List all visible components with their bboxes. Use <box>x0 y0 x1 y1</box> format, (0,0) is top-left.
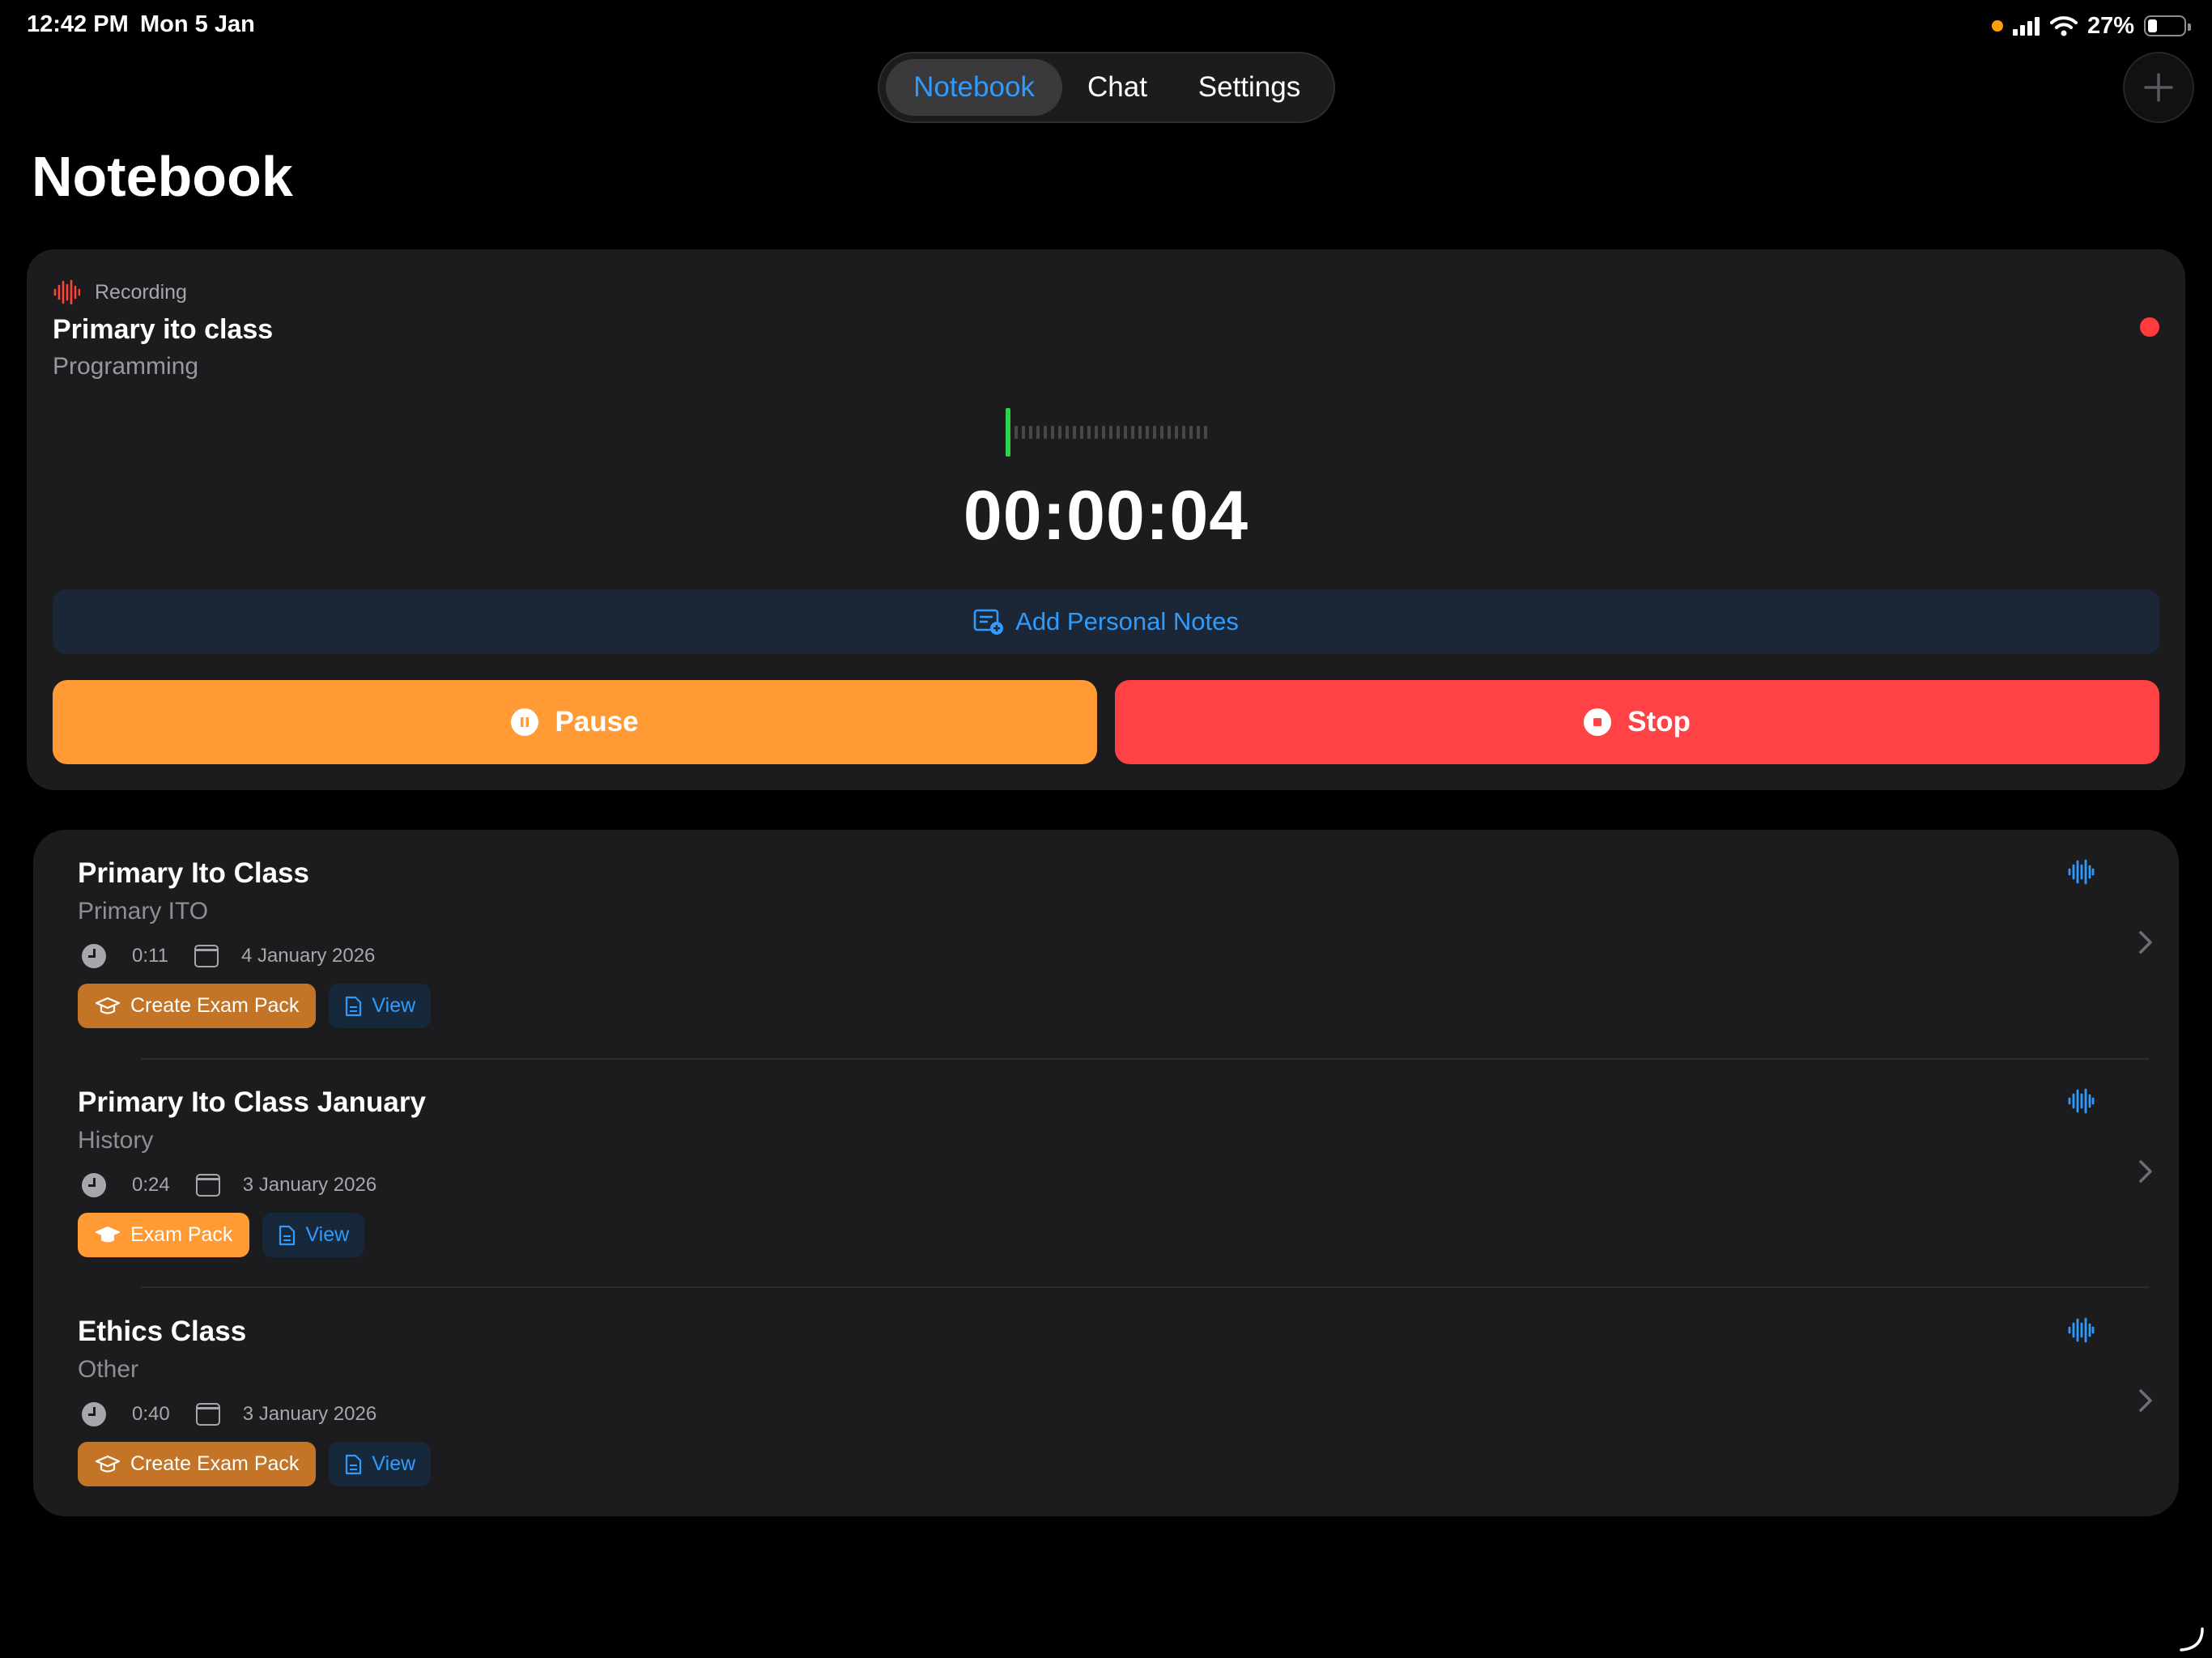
recording-title: Primary ito class <box>53 314 274 345</box>
page-title: Notebook <box>32 145 293 208</box>
waveform-icon <box>2068 1317 2095 1343</box>
item-subject: Primary ITO <box>78 898 209 925</box>
view-label: View <box>372 994 416 1017</box>
pause-label: Pause <box>555 706 639 738</box>
exam-pack-label: Create Exam Pack <box>130 1452 300 1475</box>
item-date: 3 January 2026 <box>242 1403 377 1425</box>
stop-button[interactable]: Stop <box>1115 680 2159 764</box>
item-actions: Create Exam Pack View <box>78 984 432 1028</box>
clock-icon <box>82 944 106 968</box>
tab-settings[interactable]: Settings <box>1172 59 1326 116</box>
graduation-cap-icon <box>96 1226 120 1242</box>
item-duration: 0:40 <box>132 1403 170 1425</box>
pause-button[interactable]: Pause <box>53 680 1097 764</box>
clock-icon <box>82 1402 106 1426</box>
waveform-icon <box>2068 1088 2095 1114</box>
battery-level <box>2148 19 2158 32</box>
exam-pack-label: Exam Pack <box>130 1223 233 1246</box>
pause-icon <box>511 708 539 736</box>
graduation-cap-icon <box>95 997 121 1014</box>
exam-pack-label: Create Exam Pack <box>130 994 300 1017</box>
resize-handle-icon[interactable] <box>2178 1626 2206 1653</box>
calendar-icon <box>195 1174 220 1197</box>
audio-level-bar <box>1006 408 1010 457</box>
status-date: Mon 5 Jan <box>140 11 255 37</box>
top-segmented-nav: Notebook Chat Settings <box>878 52 1335 123</box>
list-item[interactable]: Primary Ito Class Primary ITO 0:11 4 Jan… <box>33 830 2179 1060</box>
active-recording-card: Recording Primary ito class Programming … <box>27 249 2185 790</box>
add-personal-notes-button[interactable]: Add Personal Notes <box>53 589 2159 654</box>
battery-percent: 27% <box>2087 12 2134 39</box>
item-duration: 0:24 <box>132 1174 170 1196</box>
waveform-icon <box>53 279 80 305</box>
chevron-right-icon <box>2139 931 2152 954</box>
view-button[interactable]: View <box>262 1213 365 1257</box>
item-actions: Exam Pack View <box>78 1213 365 1257</box>
battery-icon <box>2144 15 2191 36</box>
recording-status: Recording <box>53 278 187 306</box>
calendar-icon <box>195 1403 220 1426</box>
recording-subject: Programming <box>53 353 199 380</box>
status-indicators: 27% <box>1991 11 2191 40</box>
clock-icon <box>82 1173 106 1197</box>
exam-pack-button[interactable]: Exam Pack <box>78 1213 250 1257</box>
graduation-cap-icon <box>95 1455 121 1473</box>
recording-timer: 00:00:04 <box>963 477 1249 555</box>
recording-status-label: Recording <box>95 280 187 304</box>
item-subject: Other <box>78 1356 139 1383</box>
item-meta: 0:24 3 January 2026 <box>82 1171 376 1200</box>
recordings-list: Primary Ito Class Primary ITO 0:11 4 Jan… <box>33 830 2179 1516</box>
item-date: 4 January 2026 <box>240 945 376 967</box>
view-button[interactable]: View <box>329 1442 432 1486</box>
calendar-icon <box>194 945 219 967</box>
item-meta: 0:11 4 January 2026 <box>82 942 375 971</box>
item-title: Primary Ito Class January <box>78 1086 426 1118</box>
stop-label: Stop <box>1627 706 1691 738</box>
view-label: View <box>372 1452 416 1475</box>
item-meta: 0:40 3 January 2026 <box>82 1400 376 1429</box>
plus-icon <box>2144 73 2173 102</box>
stop-icon <box>1584 708 1612 736</box>
create-exam-pack-button[interactable]: Create Exam Pack <box>78 1442 317 1486</box>
status-time: 12:42 PM <box>27 11 129 37</box>
status-bar: 12:42 PM Mon 5 Jan 27% <box>0 0 2212 52</box>
wifi-icon <box>2049 16 2078 36</box>
cellular-signal-icon <box>2012 17 2040 36</box>
create-exam-pack-button[interactable]: Create Exam Pack <box>78 984 317 1028</box>
view-label: View <box>305 1223 350 1246</box>
item-title: Primary Ito Class <box>78 857 309 889</box>
chevron-right-icon <box>2139 1389 2152 1412</box>
list-item[interactable]: Ethics Class Other 0:40 3 January 2026 C… <box>33 1288 2179 1518</box>
document-icon <box>346 1454 362 1474</box>
item-date: 3 January 2026 <box>242 1174 377 1196</box>
document-icon <box>346 996 362 1016</box>
list-item[interactable]: Primary Ito Class January History 0:24 3… <box>33 1059 2179 1289</box>
waveform-icon <box>2068 859 2095 885</box>
audio-level-meter <box>1006 408 1207 457</box>
item-duration: 0:11 <box>132 945 168 967</box>
item-subject: History <box>78 1127 154 1154</box>
add-note-icon <box>973 609 1004 635</box>
tab-notebook[interactable]: Notebook <box>886 59 1062 116</box>
tab-chat[interactable]: Chat <box>1062 59 1172 116</box>
add-button[interactable] <box>2123 52 2194 123</box>
live-indicator-dot <box>2140 317 2159 337</box>
add-personal-notes-label: Add Personal Notes <box>1015 607 1239 636</box>
privacy-indicator-icon <box>1991 20 2003 32</box>
item-actions: Create Exam Pack View <box>78 1442 432 1486</box>
chevron-right-icon <box>2139 1160 2152 1183</box>
view-button[interactable]: View <box>329 984 432 1028</box>
item-title: Ethics Class <box>78 1316 247 1347</box>
document-icon <box>279 1225 296 1245</box>
